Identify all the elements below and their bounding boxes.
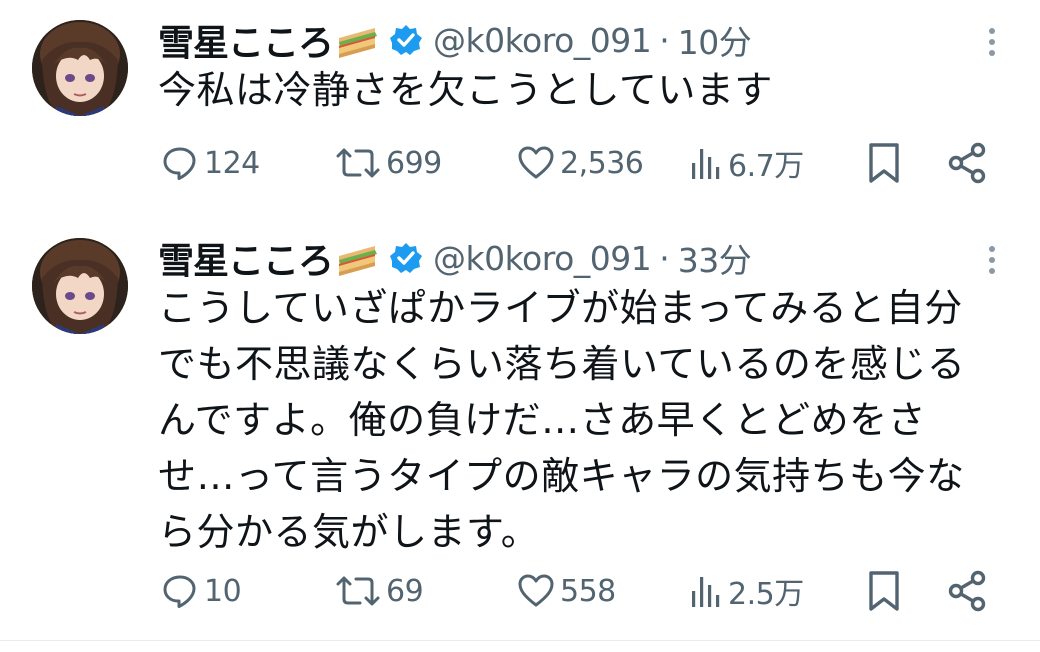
avatar-image [32,238,128,334]
heart-icon [518,574,554,607]
reply-button[interactable]: 124 [160,138,260,188]
tweet-text-line: せ…って言うタイプの敵キャラの気持ちも今な [158,454,965,498]
more-options-icon[interactable] [982,22,1002,62]
tweet-text-line: ら分かる気がします。 [158,510,540,554]
sandwich-icon [335,20,379,60]
views-button[interactable]: 2.5万 [688,566,804,616]
share-icon [948,570,986,612]
display-name[interactable]: 雪星こころ [158,14,334,66]
retweet-button[interactable]: 699 [334,138,442,188]
tweet-text-line: こうしていざぱかライブが始まってみると自分 [158,286,963,330]
tweet-text: こうしていざぱかライブが始まってみると自分 でも不思議なくらい落ち着いているのを… [158,280,998,560]
view-count: 6.7万 [728,149,804,184]
retweet-count: 699 [386,145,442,181]
reply-button[interactable]: 10 [160,566,242,616]
verified-badge-icon [389,23,423,57]
like-count: 558 [560,573,616,609]
retweet-button[interactable]: 69 [334,566,424,616]
verified-badge-icon [389,241,423,275]
action-bar: 124 699 2,536 6.7万 [0,138,1040,188]
tweet-text-line: んですよ。俺の負けだ…さあ早くとどめをさ [158,398,927,442]
tweet-header: 雪星こころ @k0koro_091 · 10分 [158,14,752,66]
timestamp[interactable]: 33分 [678,234,752,282]
timestamp[interactable]: 10分 [678,16,752,64]
views-button[interactable]: 6.7万 [688,138,804,188]
reply-icon [163,575,196,608]
handle[interactable]: @k0koro_091 [433,239,652,278]
share-button[interactable] [946,566,990,616]
avatar-image [32,20,128,116]
view-count: 2.5万 [728,577,804,612]
sandwich-icon [335,238,379,278]
separator: · [659,238,670,278]
more-options-icon[interactable] [982,240,1002,280]
heart-icon [518,146,554,179]
analytics-icon [692,149,720,179]
action-bar: 10 69 558 2.5万 [0,566,1040,616]
tweet-1[interactable]: 雪星こころ @k0koro_091 · 10分 今私は冷静さを欠こうとしています [0,0,1040,220]
tweet-text-line: でも不思議なくらい落ち着いているのを感じる [158,342,966,386]
bookmark-icon [869,571,899,611]
feed-divider [0,640,1040,641]
share-icon [948,142,986,184]
handle[interactable]: @k0koro_091 [433,21,652,60]
retweet-icon [336,148,380,178]
like-count: 2,536 [560,145,644,181]
reply-icon [163,147,196,180]
avatar[interactable] [32,20,128,116]
bookmark-button[interactable] [864,138,904,188]
like-button[interactable]: 2,536 [516,138,644,188]
share-button[interactable] [946,138,990,188]
retweet-icon [336,576,380,606]
tweet-header: 雪星こころ @k0koro_091 · 33分 [158,232,752,284]
separator: · [659,20,670,60]
bookmark-button[interactable] [864,566,904,616]
like-button[interactable]: 558 [516,566,616,616]
reply-count: 124 [204,145,260,181]
tweet-text: 今私は冷静さを欠こうとしています [158,68,773,112]
reply-count: 10 [204,573,242,609]
display-name[interactable]: 雪星こころ [158,232,334,284]
bookmark-icon [869,143,899,183]
analytics-icon [692,577,720,607]
tweet-2[interactable]: 雪星こころ @k0koro_091 · 33分 こうしていざぱかライブが始まって… [0,220,1040,640]
retweet-count: 69 [386,573,424,609]
avatar[interactable] [32,238,128,334]
